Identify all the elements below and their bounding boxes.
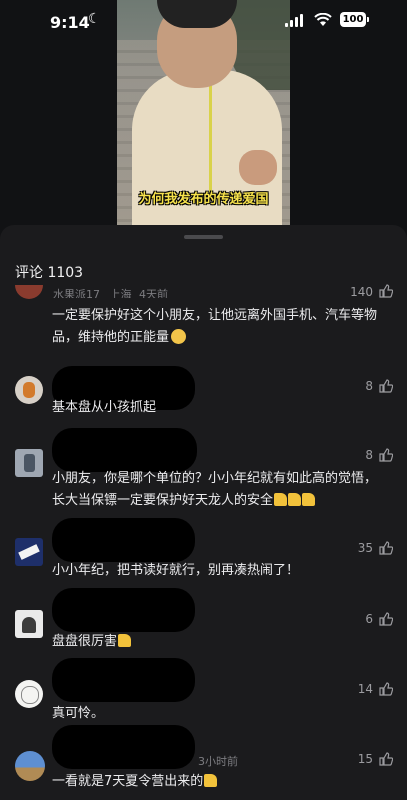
comments-count: 评论 1103 [15, 265, 84, 281]
redacted-username [52, 725, 195, 769]
like-count: 35 [357, 541, 373, 555]
like-count: 8 [365, 379, 373, 393]
thumbs-up-emoji-icon [288, 493, 302, 506]
comment-body: 盘盘很厉害 [52, 634, 118, 649]
like-count: 6 [365, 612, 373, 626]
comment-location: 上海 [109, 288, 132, 298]
thumbs-up-icon[interactable] [379, 612, 393, 626]
status-bar: 9:14 ☾ 100 [0, 0, 407, 46]
comments-sheet: 评论 1103 水果派17 上海 4天前 140 一定要保护好这个小朋友，让他远… [0, 225, 407, 800]
comment-time: 3小时前 [198, 755, 238, 768]
thumbs-up-icon[interactable] [379, 752, 393, 766]
comment-body: 一定要保护好这个小朋友，让他远离外国手机、汽车等物品，维持他的正能量 [52, 308, 378, 345]
thumbs-up-icon[interactable] [379, 379, 393, 393]
redacted-username [52, 588, 195, 632]
avatar[interactable] [15, 751, 45, 781]
thumbs-up-icon[interactable] [379, 541, 393, 555]
thumbs-up-emoji-icon [204, 774, 218, 787]
comment-text: 一看就是7天夏令营出来的 [52, 771, 382, 793]
status-time: 9:14 [50, 13, 90, 32]
comment-text: 盘盘很厉害 [52, 631, 382, 653]
thumbs-up-emoji-icon [274, 493, 288, 506]
battery-indicator: 100 [340, 12, 369, 27]
comment-text: 小朋友，你是哪个单位的？小小年纪就有如此高的觉悟，长大当保镖一定要保护好天龙人的… [52, 468, 382, 512]
comment-text: 一定要保护好这个小朋友，让他远离外国手机、汽车等物品，维持他的正能量 [52, 305, 382, 349]
comment-body: 一看就是7天夏令营出来的 [52, 774, 204, 789]
thumbs-up-icon[interactable] [379, 682, 393, 696]
comment-meta: 水果派17 上海 4天前 [53, 286, 168, 298]
avatar[interactable] [15, 285, 43, 299]
redacted-username [52, 518, 195, 562]
redacted-username [52, 658, 195, 702]
avatar[interactable] [15, 538, 43, 566]
avatar[interactable] [15, 376, 43, 404]
like-count: 15 [357, 752, 373, 766]
thumbs-up-icon[interactable] [379, 448, 393, 462]
moon-icon: ☾ [88, 11, 101, 27]
thumbs-up-icon[interactable] [379, 284, 393, 298]
comment-text: 真可怜。 [52, 706, 105, 721]
sheet-drag-handle[interactable] [184, 235, 223, 239]
thumbs-up-emoji-icon [118, 634, 132, 647]
signal-icon [285, 14, 305, 27]
comment-time: 4天前 [139, 288, 168, 298]
avatar[interactable] [15, 449, 43, 477]
avatar[interactable] [15, 680, 43, 708]
comment-text: 小小年纪，把书读好就行，别再凑热闹了！ [52, 563, 300, 578]
comment-text: 基本盘从小孩抓起 [52, 400, 157, 415]
comment-username[interactable]: 水果派17 [53, 288, 100, 298]
redacted-username [52, 428, 197, 472]
thumbs-up-emoji-icon [302, 493, 316, 506]
like-count: 14 [357, 682, 373, 696]
like-count: 140 [350, 285, 373, 297]
avatar[interactable] [15, 610, 43, 638]
video-caption: 为何我发布的传递爱国 [138, 192, 269, 207]
comment-body: 小朋友，你是哪个单位的？小小年纪就有如此高的觉悟，长大当保镖一定要保护好天龙人的… [52, 471, 378, 508]
wifi-icon [314, 13, 332, 26]
like-count: 8 [365, 448, 373, 462]
pensive-face-emoji-icon [171, 329, 187, 344]
